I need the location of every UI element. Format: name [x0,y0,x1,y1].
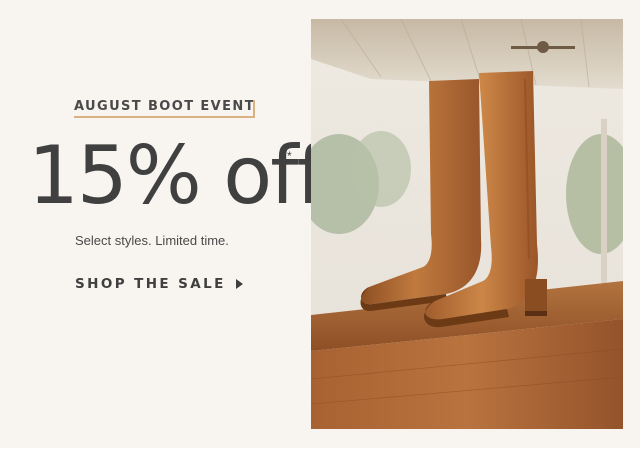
boots-illustration [311,19,623,429]
shop-the-sale-link[interactable]: SHOP THE SALE [75,276,243,292]
event-label: AUGUST BOOT EVENT [74,99,255,118]
shop-the-sale-label: SHOP THE SALE [75,276,226,292]
promo-banner: AUGUST BOOT EVENT 15% off * Select style… [0,0,640,448]
promo-subtext: Select styles. Limited time. [75,233,229,248]
caret-right-icon [235,279,243,289]
boots-photo[interactable] [311,19,623,429]
event-label-accent [253,100,255,118]
discount-headline: 15% off [28,129,325,222]
disclaimer-asterisk: * [287,149,292,163]
